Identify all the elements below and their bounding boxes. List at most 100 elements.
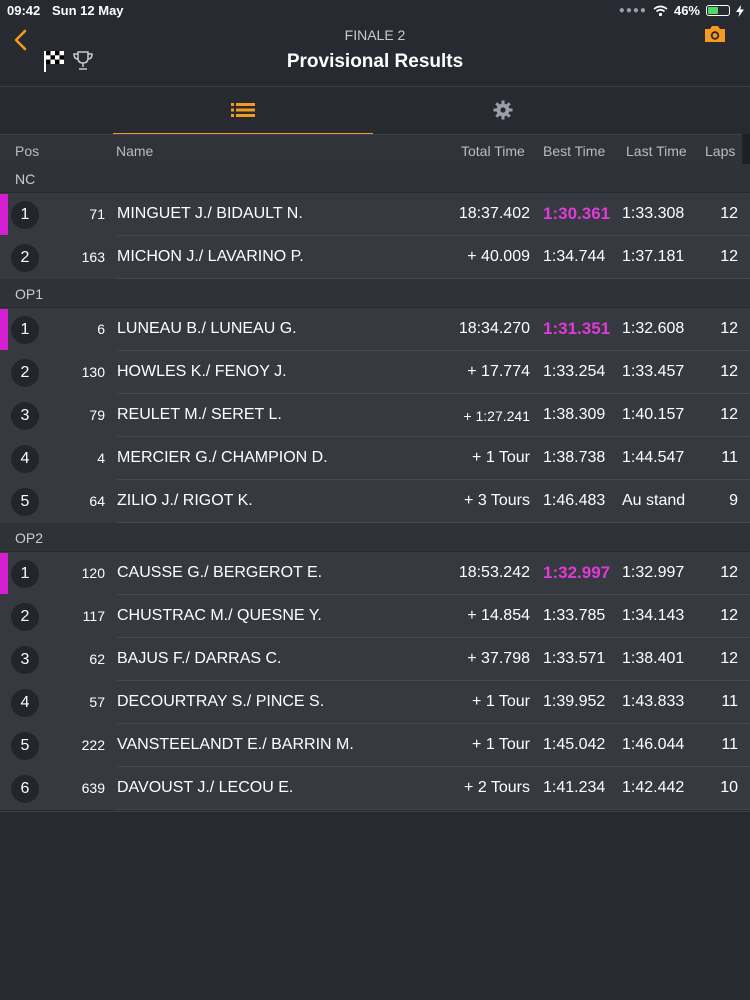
driver-names: DECOURTRAY S./ PINCE S.: [117, 693, 325, 710]
header: FINALE 2 Provisional Results: [0, 20, 750, 86]
col-laps[interactable]: Laps: [705, 143, 735, 159]
last-time: 1:33.308: [622, 205, 685, 222]
result-row[interactable]: 1 120 CAUSSE G./ BERGEROT E. 18:53.242 1:32.…: [0, 552, 750, 595]
car-number: 117: [82, 608, 105, 624]
car-number: 57: [89, 694, 105, 710]
tab-settings[interactable]: [373, 87, 633, 133]
driver-names: VANSTEELANDT E./ BARRIN M.: [117, 736, 354, 753]
last-time: 1:43.833: [622, 693, 685, 710]
best-time: 1:32.997: [543, 563, 611, 582]
position-badge: 5: [11, 488, 39, 516]
driver-names: ZILIO J./ RIGOT K.: [117, 492, 253, 509]
car-number: 79: [89, 407, 105, 423]
best-time: 1:45.042: [543, 736, 606, 753]
driver-names: HOWLES K./ FENOY J.: [117, 363, 287, 380]
result-row[interactable]: 2 130 HOWLES K./ FENOY J. + 17.774 1:33.254 1…: [0, 351, 750, 394]
car-number: 4: [97, 450, 105, 466]
result-row[interactable]: 3 62 BAJUS F./ DARRAS C. + 37.798 1:33.571 1:…: [0, 638, 750, 681]
total-time: + 3 Tours: [464, 492, 530, 509]
laps-count: 12: [720, 564, 738, 581]
total-time: + 40.009: [467, 248, 530, 265]
last-time: Au stand: [622, 492, 686, 509]
result-row[interactable]: 2 163 MICHON J./ LAVARINO P. + 40.009 1:34.7…: [0, 236, 750, 279]
car-number: 64: [89, 493, 105, 509]
driver-names: DAVOUST J./ LECOU E.: [117, 779, 294, 796]
col-total-time[interactable]: Total Time: [461, 143, 525, 159]
car-number: 639: [81, 780, 105, 796]
result-row[interactable]: 4 4 MERCIER G./ CHAMPION D. + 1 Tour 1:38.73…: [0, 437, 750, 480]
laps-count: 11: [721, 736, 738, 753]
list-end-divider: [0, 811, 750, 812]
result-row[interactable]: 5 222 VANSTEELANDT E./ BARRIN M. + 1 Tour 1:…: [0, 724, 750, 767]
result-row[interactable]: 4 57 DECOURTRAY S./ PINCE S. + 1 Tour 1:39.9…: [0, 681, 750, 724]
total-time: + 1 Tour: [472, 449, 530, 466]
position-badge: 4: [11, 445, 39, 473]
best-time: 1:38.309: [543, 406, 606, 423]
laps-count: 9: [729, 492, 738, 509]
laps-count: 10: [720, 779, 738, 796]
car-number: 6: [97, 321, 105, 337]
col-pos[interactable]: Pos: [15, 143, 39, 159]
total-time: + 17.774: [467, 363, 530, 380]
list-icon: [231, 103, 255, 117]
last-time: 1:40.157: [622, 406, 685, 423]
total-time: + 37.798: [467, 650, 530, 667]
driver-names: CHUSTRAC M./ QUESNE Y.: [117, 607, 322, 624]
view-tabs: [0, 86, 750, 136]
camera-icon[interactable]: [704, 25, 726, 43]
col-name[interactable]: Name: [116, 143, 153, 159]
laps-count: 12: [720, 248, 738, 265]
page-title: Provisional Results: [286, 51, 464, 72]
total-time: + 2 Tours: [464, 779, 530, 796]
driver-names: MICHON J./ LAVARINO P.: [117, 248, 304, 265]
best-time: 1:34.744: [543, 248, 606, 265]
driver-names: MERCIER G./ CHAMPION D.: [117, 449, 328, 466]
result-row[interactable]: 2 117 CHUSTRAC M./ QUESNE Y. + 14.854 1:33.7…: [0, 595, 750, 638]
laps-count: 12: [720, 607, 738, 624]
result-row[interactable]: 3 79 REULET M./ SERET L. + 1:27.241 1:38.309…: [0, 394, 750, 437]
last-time: 1:32.997: [622, 564, 685, 581]
best-time: 1:38.738: [543, 449, 606, 466]
class-label: OP2: [15, 530, 44, 546]
last-time: 1:34.143: [622, 607, 685, 624]
col-last-time[interactable]: Last Time: [626, 143, 687, 159]
result-row[interactable]: 6 639 DAVOUST J./ LECOU E. + 2 Tours 1:41.23…: [0, 767, 750, 810]
leader-marker: [0, 553, 8, 594]
leader-marker: [0, 194, 8, 235]
class-label: NC: [15, 171, 36, 187]
last-time: 1:32.608: [622, 320, 685, 337]
driver-names: MINGUET J./ BIDAULT N.: [117, 205, 303, 222]
scrollbar[interactable]: [742, 134, 750, 164]
car-number: 120: [81, 565, 105, 581]
battery-percent: 46%: [673, 3, 700, 18]
car-number: 71: [89, 206, 105, 222]
total-time: 18:34.270: [458, 320, 530, 337]
status-date: Sun 12 May: [52, 3, 124, 18]
total-time: + 1:27.241: [463, 408, 530, 424]
position-badge: 2: [11, 359, 39, 387]
laps-count: 12: [720, 650, 738, 667]
wifi-icon: [653, 5, 668, 16]
class-section-header: OP2: [0, 523, 750, 551]
best-time: 1:33.254: [543, 363, 606, 380]
car-number: 62: [89, 651, 105, 667]
best-time: 1:46.483: [543, 492, 606, 509]
total-time: 18:37.402: [458, 205, 530, 222]
car-number: 163: [81, 249, 105, 265]
best-time: 1:33.785: [543, 607, 606, 624]
best-time: 1:41.234: [543, 779, 606, 796]
result-row[interactable]: 5 64 ZILIO J./ RIGOT K. + 3 Tours 1:46.483 Au…: [0, 480, 750, 523]
result-row[interactable]: 1 6 LUNEAU B./ LUNEAU G. 18:34.270 1:31.351 1…: [0, 308, 750, 351]
position-badge: 6: [11, 775, 39, 803]
driver-names: LUNEAU B./ LUNEAU G.: [117, 320, 297, 337]
position-badge: 3: [11, 646, 39, 674]
col-best-time[interactable]: Best Time: [543, 143, 605, 159]
position-badge: 4: [11, 689, 39, 717]
tab-results-list[interactable]: [113, 87, 373, 136]
column-header: Pos Name Total Time Best Time Last Time …: [0, 134, 750, 166]
position-badge: 1: [11, 560, 39, 588]
driver-names: CAUSSE G./ BERGEROT E.: [117, 564, 323, 581]
result-row[interactable]: 1 71 MINGUET J./ BIDAULT N. 18:37.402 1:30.3…: [0, 193, 750, 236]
battery-icon: [706, 5, 730, 16]
position-badge: 2: [11, 244, 39, 272]
